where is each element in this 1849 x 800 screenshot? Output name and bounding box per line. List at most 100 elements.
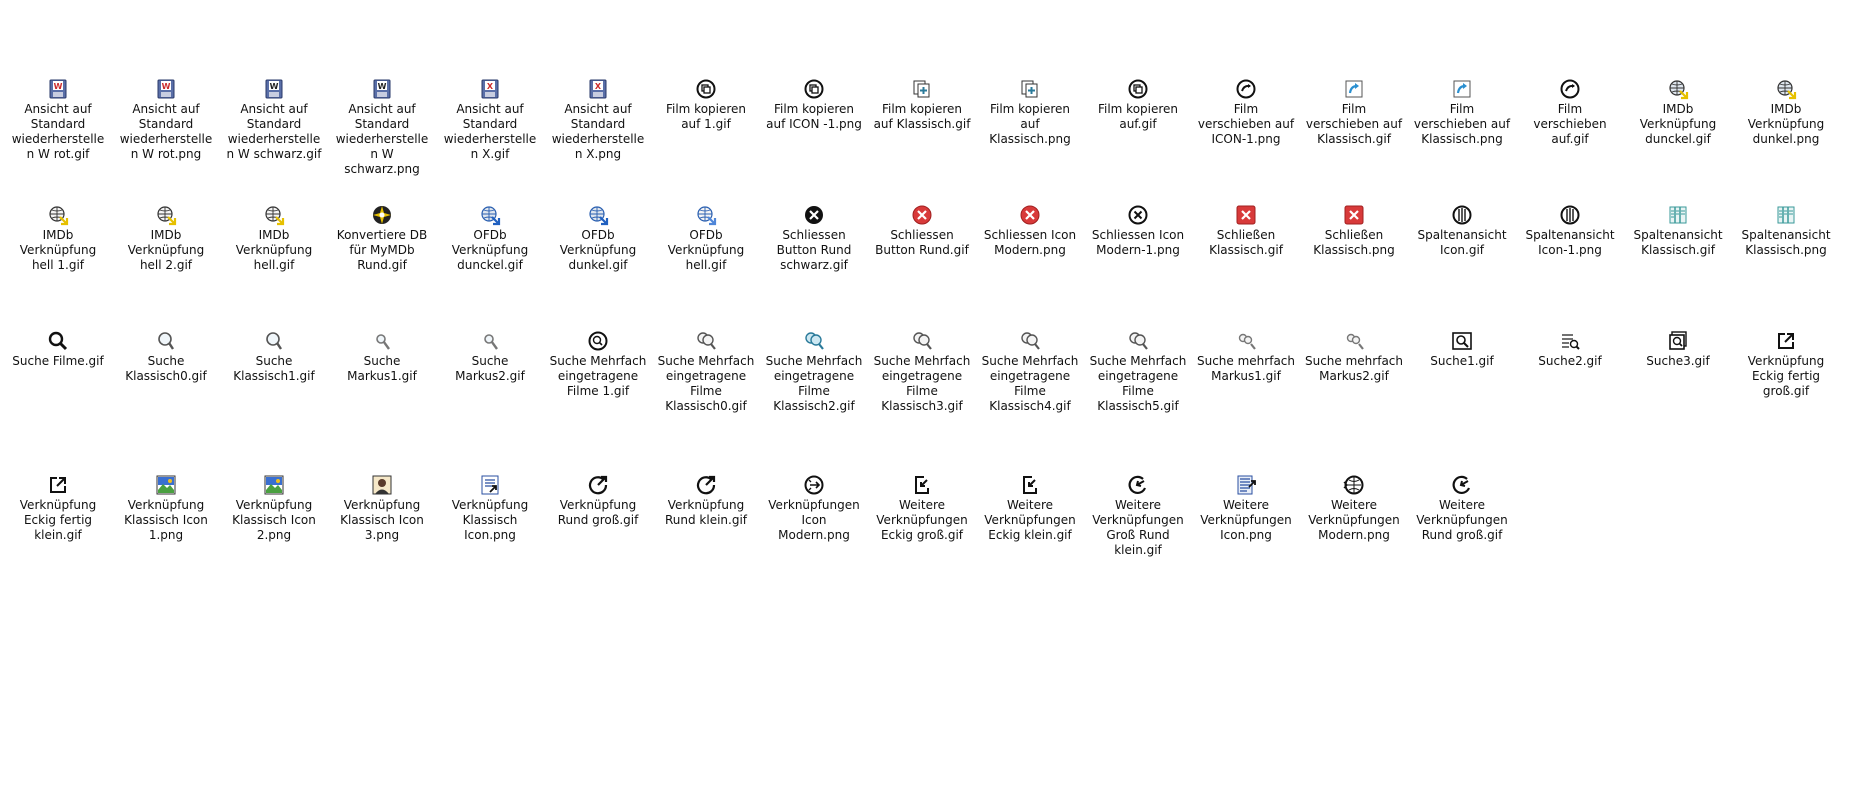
floppy-w-red-icon: W	[47, 78, 69, 100]
file-item[interactable]: Suche Mehrfach eingetragene Filme Klassi…	[652, 330, 760, 414]
file-item[interactable]: Film verschieben auf ICON-1.png	[1192, 78, 1300, 177]
file-name-label: Verknüpfung Klassisch Icon.png	[451, 498, 529, 542]
file-item[interactable]: Weitere Verknüpfungen Groß Rund klein.gi…	[1084, 474, 1192, 558]
file-item[interactable]: Verknüpfung Klassisch Icon 1.png	[112, 474, 220, 558]
file-item[interactable]: Konvertiere DB für MyMDb Rund.gif	[328, 204, 436, 273]
file-name-label: Weitere Verknüpfungen Eckig groß.gif	[876, 498, 968, 542]
file-name-label: Schliessen Button Rund schwarz.gif	[776, 228, 852, 272]
file-item[interactable]: X Ansicht auf Standard wiederherstellen X…	[436, 78, 544, 177]
file-item[interactable]: Suche Mehrfach eingetragene Filme 1.gif	[544, 330, 652, 414]
file-item[interactable]: Verknüpfungen Icon Modern.png	[760, 474, 868, 558]
file-item[interactable]: Spaltenansicht Klassisch.png	[1732, 204, 1840, 273]
file-item[interactable]: IMDb Verknüpfung dunckel.gif	[1624, 78, 1732, 177]
file-item[interactable]: Verknüpfung Rund groß.gif	[544, 474, 652, 558]
file-item[interactable]: W Ansicht auf Standard wiederherstellen W…	[112, 78, 220, 177]
file-name-label: Weitere Verknüpfungen Groß Rund klein.gi…	[1092, 498, 1184, 557]
file-name-label: OFDb Verknüpfung dunckel.gif	[451, 228, 529, 272]
file-name-label: OFDb Verknüpfung hell.gif	[667, 228, 745, 272]
file-item[interactable]: Weitere Verknüpfungen Icon.png	[1192, 474, 1300, 558]
file-name-label: Verknüpfung Klassisch Icon 1.png	[124, 498, 208, 542]
film-move-round-icon	[1235, 78, 1257, 100]
file-item[interactable]: Schliessen Icon Modern.png	[976, 204, 1084, 273]
file-item[interactable]: Schließen Klassisch.png	[1300, 204, 1408, 273]
film-copy-classic-icon	[911, 78, 933, 100]
film-copy-classic-icon	[1019, 78, 1041, 100]
file-item[interactable]: Suche Markus2.gif	[436, 330, 544, 414]
file-item[interactable]: Schliessen Icon Modern-1.png	[1084, 204, 1192, 273]
file-item[interactable]: Verknüpfung Klassisch Icon 2.png	[220, 474, 328, 558]
file-item[interactable]: Suche2.gif	[1516, 330, 1624, 414]
search-list-icon	[1559, 330, 1581, 352]
picture-link-icon	[263, 474, 285, 496]
floppy-w-black-icon: W	[371, 78, 393, 100]
file-item[interactable]: Verknüpfung Rund klein.gif	[652, 474, 760, 558]
file-item[interactable]: Suche Markus1.gif	[328, 330, 436, 414]
file-item[interactable]: Suche Klassisch1.gif	[220, 330, 328, 414]
file-item[interactable]: OFDb Verknüpfung dunkel.gif	[544, 204, 652, 273]
file-item[interactable]: Schliessen Button Rund schwarz.gif	[760, 204, 868, 273]
convert-db-icon	[371, 204, 393, 226]
file-item[interactable]: X Ansicht auf Standard wiederherstellen X…	[544, 78, 652, 177]
file-name-label: Film verschieben auf ICON-1.png	[1197, 102, 1295, 146]
file-item[interactable]: Spaltenansicht Icon.gif	[1408, 204, 1516, 273]
file-item[interactable]: Suche mehrfach Markus1.gif	[1192, 330, 1300, 414]
file-item[interactable]: Suche Filme.gif	[4, 330, 112, 414]
file-item[interactable]: Suche Mehrfach eingetragene Filme Klassi…	[976, 330, 1084, 414]
file-item[interactable]: W Ansicht auf Standard wiederherstellen W…	[328, 78, 436, 177]
more-links-list-icon	[1235, 474, 1257, 496]
file-item[interactable]: Spaltenansicht Icon-1.png	[1516, 204, 1624, 273]
search-multi-icon	[1019, 330, 1041, 352]
file-item[interactable]: Suche Mehrfach eingetragene Filme Klassi…	[760, 330, 868, 414]
file-item[interactable]: Schliessen Button Rund.gif	[868, 204, 976, 273]
file-item[interactable]: Suche3.gif	[1624, 330, 1732, 414]
round-link-icon	[695, 474, 717, 496]
file-item[interactable]: Suche Klassisch0.gif	[112, 330, 220, 414]
file-item[interactable]: OFDb Verknüpfung dunckel.gif	[436, 204, 544, 273]
file-item[interactable]: Verknüpfung Klassisch Icon 3.png	[328, 474, 436, 558]
file-item[interactable]: Weitere Verknüpfungen Eckig groß.gif	[868, 474, 976, 558]
film-copy-round-icon	[695, 78, 717, 100]
file-item[interactable]: IMDb Verknüpfung hell 1.gif	[4, 204, 112, 273]
file-name-label: IMDb Verknüpfung dunckel.gif	[1639, 102, 1717, 146]
file-item[interactable]: Suche mehrfach Markus2.gif	[1300, 330, 1408, 414]
file-name-label: Verknüpfung Klassisch Icon 3.png	[340, 498, 424, 542]
file-item[interactable]: Suche1.gif	[1408, 330, 1516, 414]
file-name-label: Schliessen Button Rund.gif	[875, 228, 969, 257]
file-name-label: Suche Filme.gif	[12, 354, 104, 368]
file-item[interactable]: IMDb Verknüpfung hell.gif	[220, 204, 328, 273]
file-name-label: Suche Mehrfach eingetragene Filme Klassi…	[981, 354, 1079, 413]
file-item[interactable]: Film verschieben auf.gif	[1516, 78, 1624, 177]
file-item[interactable]: Weitere Verknüpfungen Rund groß.gif	[1408, 474, 1516, 558]
file-item[interactable]: IMDb Verknüpfung hell 2.gif	[112, 204, 220, 273]
globe-link-icon	[1667, 78, 1689, 100]
file-item[interactable]: W Ansicht auf Standard wiederherstellen W…	[220, 78, 328, 177]
columns-classic-icon	[1667, 204, 1689, 226]
file-item[interactable]: Film kopieren auf.gif	[1084, 78, 1192, 177]
file-item[interactable]: Film verschieben auf Klassisch.gif	[1300, 78, 1408, 177]
search-multi-icon	[695, 330, 717, 352]
search-multi-icon	[911, 330, 933, 352]
file-item[interactable]: OFDb Verknüpfung hell.gif	[652, 204, 760, 273]
close-round-outline-icon	[1127, 204, 1149, 226]
file-item[interactable]: IMDb Verknüpfung dunkel.png	[1732, 78, 1840, 177]
file-item[interactable]: Film kopieren auf Klassisch.gif	[868, 78, 976, 177]
file-item[interactable]: Weitere Verknüpfungen Eckig klein.gif	[976, 474, 1084, 558]
file-name-label: IMDb Verknüpfung hell 2.gif	[127, 228, 205, 272]
file-name-label: Konvertiere DB für MyMDb Rund.gif	[336, 228, 428, 272]
file-item[interactable]: Film kopieren auf Klassisch.png	[976, 78, 1084, 177]
file-item[interactable]: Film verschieben auf Klassisch.png	[1408, 78, 1516, 177]
file-item[interactable]: Verknüpfung Klassisch Icon.png	[436, 474, 544, 558]
file-item[interactable]: Weitere Verknüpfungen Modern.png	[1300, 474, 1408, 558]
file-name-label: Film kopieren auf Klassisch.gif	[873, 102, 971, 131]
file-item[interactable]: Film kopieren auf 1.gif	[652, 78, 760, 177]
file-item[interactable]: Verknüpfung Eckig fertig groß.gif	[1732, 330, 1840, 414]
file-item[interactable]: Spaltenansicht Klassisch.gif	[1624, 204, 1732, 273]
file-item[interactable]: Film kopieren auf ICON -1.png	[760, 78, 868, 177]
file-item[interactable]: Suche Mehrfach eingetragene Filme Klassi…	[1084, 330, 1192, 414]
file-item[interactable]: Schließen Klassisch.gif	[1192, 204, 1300, 273]
file-name-label: Suche Mehrfach eingetragene Filme Klassi…	[1089, 354, 1187, 413]
file-name-label: Schliessen Icon Modern.png	[983, 228, 1077, 257]
file-item[interactable]: Verknüpfung Eckig fertig klein.gif	[4, 474, 112, 558]
file-item[interactable]: Suche Mehrfach eingetragene Filme Klassi…	[868, 330, 976, 414]
file-item[interactable]: W Ansicht auf Standard wiederherstellen W…	[4, 78, 112, 177]
